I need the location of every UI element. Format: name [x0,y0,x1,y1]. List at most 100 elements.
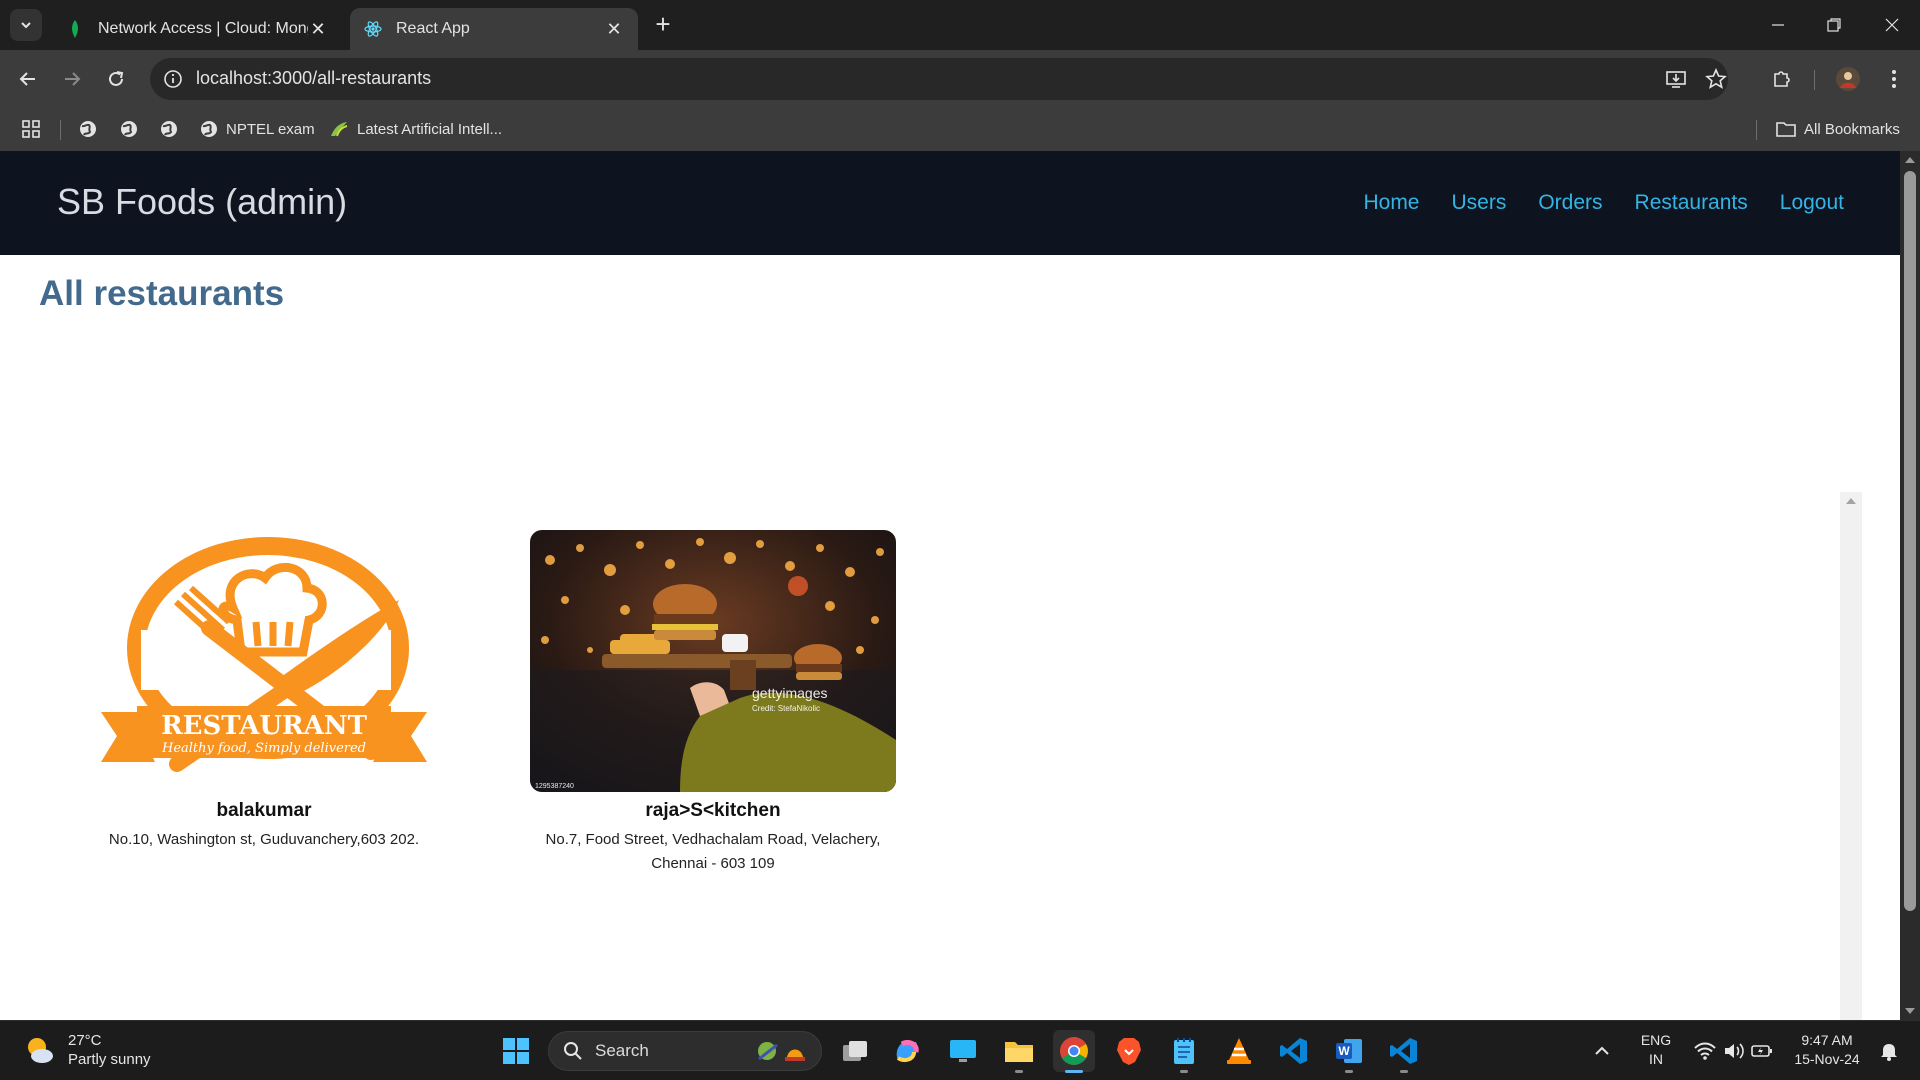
language-indicator[interactable]: ENG IN [1636,1031,1676,1069]
install-app-icon[interactable] [1664,67,1688,91]
quick-settings-button[interactable] [1686,1030,1780,1072]
close-window-button[interactable] [1872,10,1912,40]
url-text: localhost:3000/all-restaurants [196,68,432,88]
restaurant-name: balakumar [216,800,312,821]
minimize-icon [1772,24,1784,26]
vscode-button[interactable] [1273,1030,1315,1072]
brand-title: SB Foods (admin) [57,181,348,222]
folder-icon [1776,122,1796,137]
apps-button[interactable] [22,118,40,140]
profile-avatar[interactable] [1832,63,1864,95]
brave-button[interactable] [1108,1030,1150,1072]
search-icon [564,1042,582,1060]
taskbar-search[interactable]: Search [548,1031,822,1071]
bookmark-star-icon[interactable] [1704,67,1728,91]
scroll-up-arrow[interactable] [1905,157,1915,163]
nav-users[interactable]: Users [1452,191,1507,215]
nav-logout[interactable]: Logout [1780,191,1844,215]
notepad-icon [1174,1038,1194,1064]
apps-grid-icon [22,120,40,138]
tab-mongodb[interactable]: Network Access | Cloud: MongoDB ✕ [52,8,342,50]
file-explorer-button[interactable] [998,1030,1040,1073]
monitor-icon [950,1040,976,1062]
bookmark-ai-news[interactable]: Latest Artificial Intell... [329,118,502,140]
page-title: All restaurants [39,274,285,313]
vscode-button-2[interactable] [1383,1030,1425,1073]
copilot-button[interactable] [886,1030,928,1072]
browser-toolbar: localhost:3000/all-restaurants [0,50,1920,108]
restaurant-card[interactable]: RESTAURANT Healthy food, Simply delivere… [81,530,447,870]
nav-orders[interactable]: Orders [1538,191,1602,215]
scroll-thumb[interactable] [1904,171,1916,911]
globe-icon [201,121,217,137]
menu-button[interactable] [1878,63,1910,95]
restore-icon [1827,18,1841,32]
mongodb-leaf-icon [66,20,84,38]
bookmark-nptel[interactable]: NPTEL exam [200,118,315,140]
restaurants-list: RESTAURANT Healthy food, Simply delivere… [0,341,1862,1020]
back-button[interactable] [12,63,44,95]
restore-button[interactable] [1814,10,1854,40]
scroll-up-arrow[interactable] [1846,498,1856,504]
new-tab-button[interactable]: + [650,11,676,38]
word-button[interactable]: W [1328,1030,1370,1073]
restaurant-card[interactable]: gettyimages Credit: StefaNikolic 1295387… [530,530,896,872]
bookmark-item[interactable] [160,118,186,140]
search-label: Search [595,1041,649,1060]
close-icon [1885,18,1899,32]
desktop-app-button[interactable] [942,1030,984,1072]
info-icon[interactable] [162,68,184,90]
nav-links: Home Users Orders Restaurants Logout [1363,191,1844,215]
restaurant-logo: RESTAURANT Healthy food, Simply delivere… [81,530,447,792]
vlc-cone-icon [1227,1038,1251,1064]
nav-home[interactable]: Home [1363,191,1419,215]
notepad-button[interactable] [1163,1030,1205,1073]
start-button[interactable] [495,1030,537,1072]
vlc-button[interactable] [1218,1030,1260,1072]
close-icon[interactable]: ✕ [604,19,624,39]
show-hidden-icons-button[interactable] [1587,1030,1617,1072]
logo-tagline: Healthy food, Simply delivered [161,741,366,756]
task-view-button[interactable] [834,1030,876,1072]
address-bar[interactable]: localhost:3000/all-restaurants [150,58,1728,100]
tab-react-app[interactable]: React App ✕ [350,8,638,50]
weather-temperature: 27°C [68,1032,102,1049]
vscode-icon [1390,1038,1417,1064]
scroll-down-arrow[interactable] [1905,1008,1915,1014]
svg-text:W: W [1338,1044,1350,1058]
tab-title: React App [396,20,470,37]
bookmarks-divider [1756,120,1757,140]
avatar-icon [1836,67,1860,91]
battery-icon [1751,1045,1772,1057]
bookmark-item[interactable] [120,118,146,140]
tab-search-button[interactable] [10,9,42,41]
running-indicator [1180,1070,1188,1073]
tab-title: Network Access | Cloud: MongoDB [98,20,308,37]
running-indicator [1015,1070,1023,1073]
photo-credit: Credit: StefaNikolic [752,704,820,713]
all-bookmarks-button[interactable]: All Bookmarks [1776,118,1900,140]
weather-widget[interactable]: 27°C Partly sunny [24,1031,151,1069]
clock[interactable]: 9:47 AM 15-Nov-24 [1782,1031,1872,1069]
bookmark-item[interactable] [79,118,105,140]
volume-icon [1725,1043,1744,1059]
folder-icon [1005,1042,1033,1062]
forward-button[interactable] [56,63,88,95]
content-scrollbar[interactable] [1840,492,1862,1020]
close-icon[interactable]: ✕ [308,19,328,39]
chevron-down-icon [21,22,31,29]
puzzle-icon [1774,71,1790,87]
nav-restaurants[interactable]: Restaurants [1635,191,1748,215]
clock-date: 15-Nov-24 [1794,1051,1860,1067]
photo-id: 1295387240 [535,783,574,790]
reload-button[interactable] [100,63,132,95]
page-scrollbar[interactable] [1900,151,1920,1020]
extensions-button[interactable] [1766,63,1798,95]
bookmark-label: NPTEL exam [226,120,315,138]
bookmarks-divider [60,120,61,140]
minimize-button[interactable] [1758,10,1798,40]
taskbar: 27°C Partly sunny Search W ENG IN 9:47 A… [0,1020,1920,1080]
notifications-button[interactable] [1874,1030,1904,1072]
task-view-icon [843,1041,867,1061]
chrome-button[interactable] [1053,1030,1095,1073]
